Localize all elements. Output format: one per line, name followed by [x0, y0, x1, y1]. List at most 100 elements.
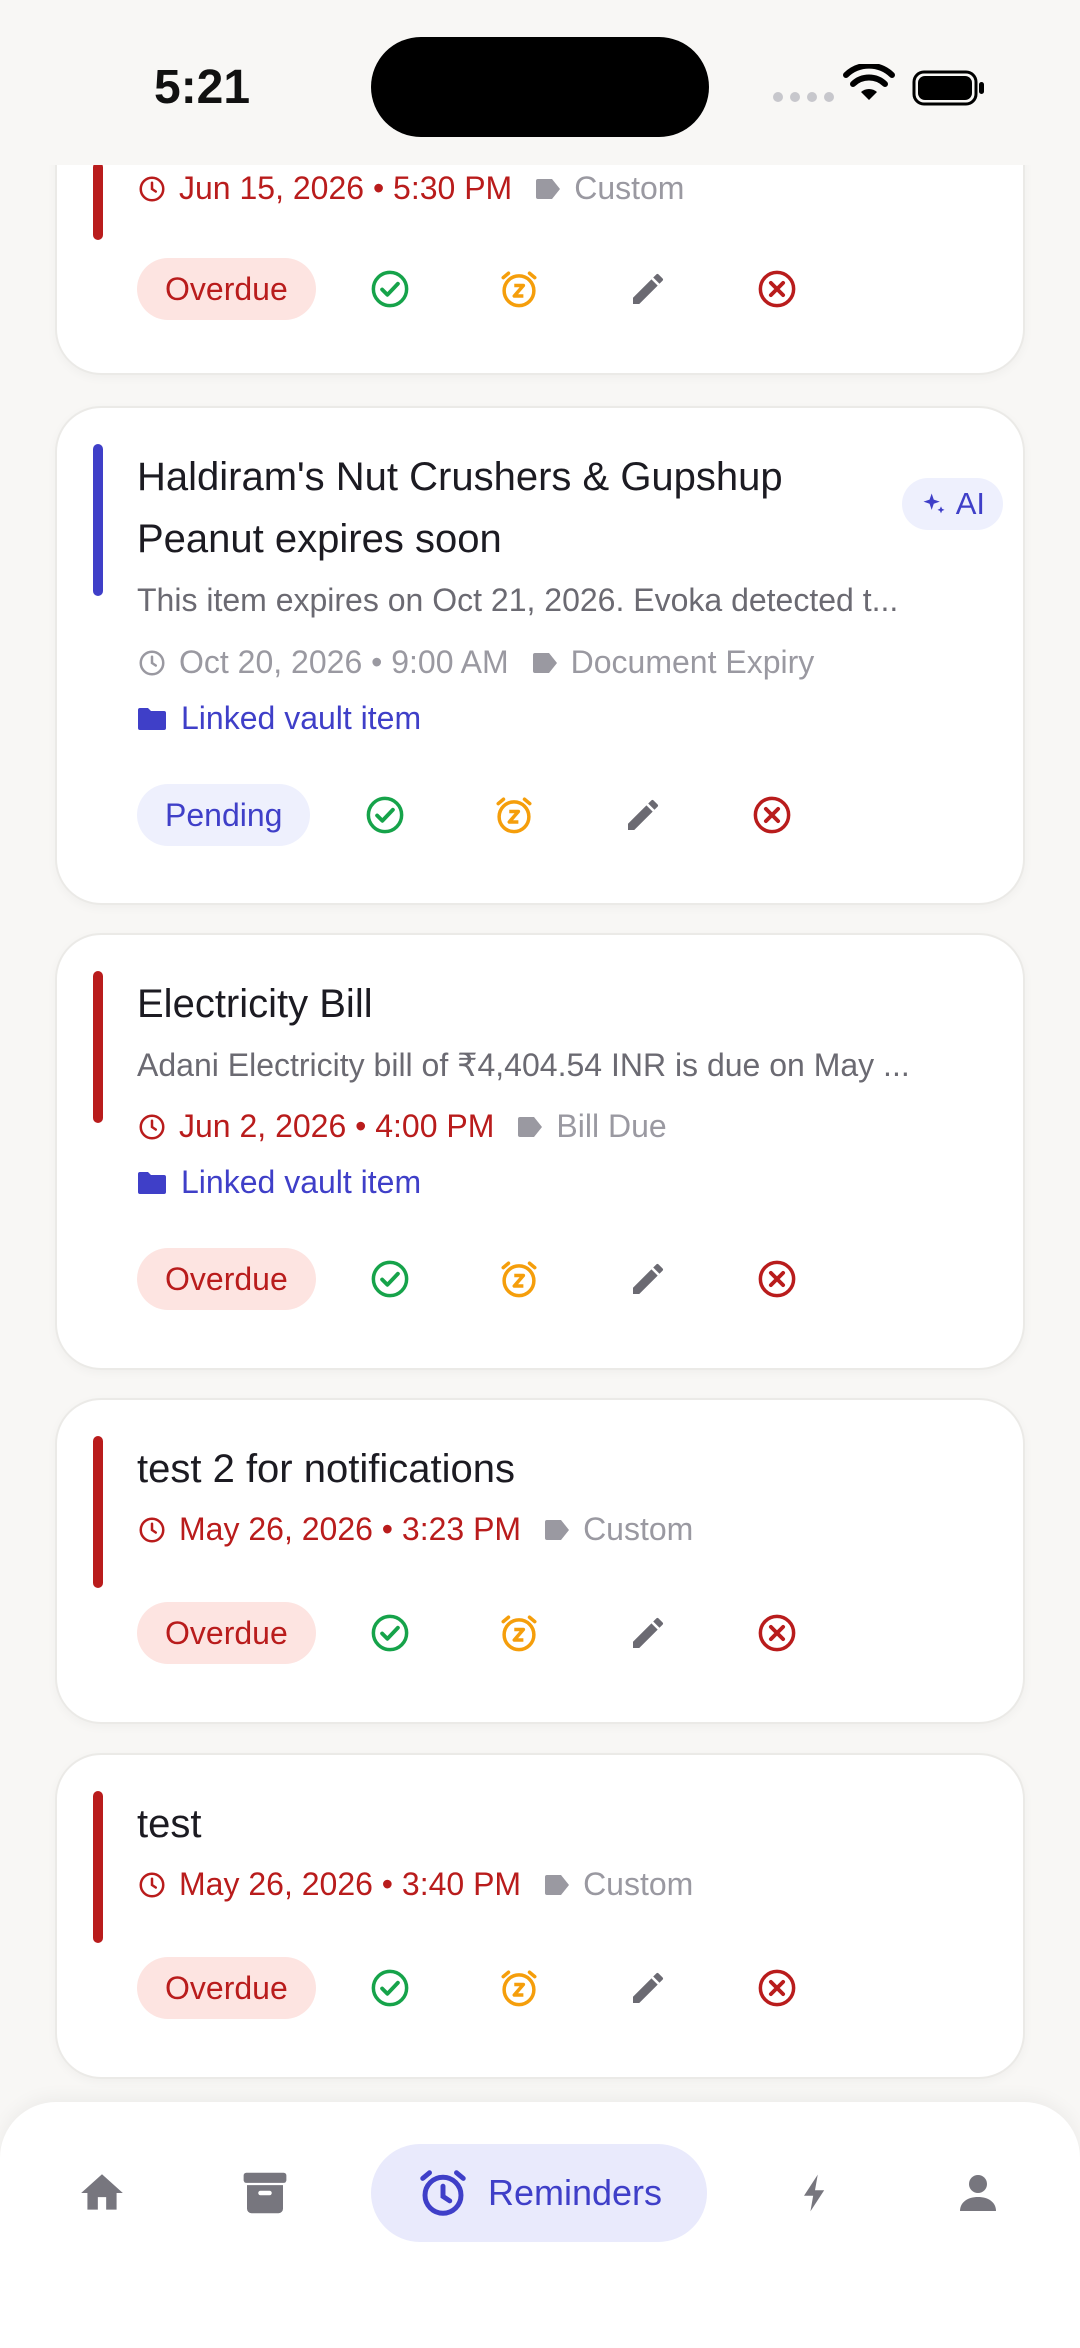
- x-circle-icon: [758, 1969, 796, 2007]
- clock-icon: [139, 1517, 165, 1542]
- edit-button[interactable]: [625, 266, 671, 312]
- reminder-datetime: May 26, 2026 • 3:40 PM: [179, 1866, 522, 1902]
- nav-profile[interactable]: [938, 2144, 1018, 2242]
- sparkle-icon: [923, 493, 945, 514]
- mark-done-button[interactable]: [367, 1256, 413, 1302]
- snooze-button[interactable]: [491, 792, 537, 838]
- reminder-meta: Oct 20, 2026 • 9:00 AM Document Expiry: [137, 644, 814, 681]
- reminder-meta: May 26, 2026 • 3:40 PM Custom: [137, 1866, 693, 1903]
- clock-icon: [139, 176, 165, 201]
- reminder-card[interactable]: test May 26, 2026 • 3:40 PM Custom Overd…: [55, 1753, 1025, 2079]
- check-circle-icon: [366, 796, 404, 834]
- x-circle-icon: [758, 270, 796, 308]
- status-bar: 5:21: [0, 0, 1080, 165]
- reminders-screen: 5:21 Jun 15, 2026 • 5:30 PM Custom Overd…: [0, 0, 1080, 2348]
- archive-box-icon: [243, 2172, 287, 2214]
- reminder-category: Custom: [583, 1866, 694, 1902]
- lightning-bolt-icon: [804, 2174, 825, 2212]
- linked-vault-item-label: Linked vault item: [181, 1164, 422, 1200]
- battery-icon: [912, 70, 984, 106]
- snooze-alarm-icon: [501, 271, 537, 308]
- mark-done-button[interactable]: [367, 1610, 413, 1656]
- priority-accent-bar: [93, 162, 103, 240]
- snooze-alarm-icon: [501, 1615, 537, 1652]
- ai-badge-label: AI: [955, 486, 985, 521]
- reminder-description: This item expires on Oct 21, 2026. Evoka…: [137, 582, 899, 618]
- dismiss-button[interactable]: [754, 1256, 800, 1302]
- priority-accent-bar: [93, 1791, 103, 1943]
- reminder-card[interactable]: Haldiram's Nut Crushers & Gupshup Peanut…: [55, 406, 1025, 905]
- x-circle-icon: [758, 1614, 796, 1652]
- folder-icon: [138, 1171, 166, 1194]
- home-icon: [81, 2174, 123, 2210]
- pencil-icon: [633, 1972, 664, 2003]
- x-circle-icon: [753, 796, 791, 834]
- check-circle-icon: [371, 1260, 409, 1298]
- alarm-clock-icon: [420, 2170, 466, 2216]
- reminder-meta: Jun 2, 2026 • 4:00 PM Bill Due: [137, 1108, 667, 1145]
- snooze-alarm-icon: [501, 1261, 537, 1298]
- status-badge: Pending: [137, 784, 311, 846]
- dismiss-button[interactable]: [754, 266, 800, 312]
- nav-reminders[interactable]: Reminders: [371, 2144, 707, 2242]
- tag-icon: [536, 178, 561, 199]
- linked-vault-item-link[interactable]: Linked vault item: [137, 700, 421, 737]
- reminder-category: Custom: [574, 170, 685, 206]
- priority-accent-bar: [93, 1436, 103, 1588]
- reminder-datetime: May 26, 2026 • 3:23 PM: [179, 1511, 522, 1547]
- edit-button[interactable]: [625, 1965, 671, 2011]
- check-circle-icon: [371, 1969, 409, 2007]
- reminder-actions: Overdue: [137, 1957, 796, 2019]
- reminder-meta: May 26, 2026 • 3:23 PM Custom: [137, 1511, 693, 1548]
- reminder-datetime: Jun 15, 2026 • 5:30 PM: [179, 170, 513, 206]
- pencil-icon: [633, 1263, 664, 1294]
- reminder-title: Electricity Bill: [137, 982, 373, 1026]
- status-badge: Overdue: [137, 1248, 316, 1310]
- check-circle-icon: [371, 1614, 409, 1652]
- reminder-category: Document Expiry: [570, 644, 815, 680]
- cellular-signal-icon: [773, 92, 834, 102]
- snooze-alarm-icon: [496, 797, 532, 834]
- nav-actions[interactable]: [775, 2144, 855, 2242]
- pencil-icon: [633, 1617, 664, 1648]
- reminder-actions: Pending: [137, 784, 791, 846]
- priority-accent-bar: [93, 444, 103, 596]
- clock-icon: [139, 1114, 165, 1139]
- reminder-actions: Overdue: [137, 1248, 796, 1310]
- reminder-datetime: Oct 20, 2026 • 9:00 AM: [179, 644, 509, 680]
- tag-icon: [518, 1116, 543, 1137]
- tag-icon: [532, 652, 557, 673]
- person-icon: [960, 2175, 996, 2211]
- mark-done-button[interactable]: [367, 1965, 413, 2011]
- mark-done-button[interactable]: [367, 266, 413, 312]
- reminder-title: test: [137, 1802, 202, 1846]
- reminder-meta: Jun 15, 2026 • 5:30 PM Custom: [137, 170, 684, 207]
- linked-vault-item-link[interactable]: Linked vault item: [137, 1164, 421, 1201]
- nav-vault[interactable]: [225, 2144, 305, 2242]
- reminder-card[interactable]: test 2 for notifications May 26, 2026 • …: [55, 1398, 1025, 1724]
- nav-reminders-label: Reminders: [487, 2172, 663, 2213]
- reminder-datetime: Jun 2, 2026 • 4:00 PM: [179, 1108, 495, 1144]
- dismiss-button[interactable]: [754, 1610, 800, 1656]
- edit-button[interactable]: [620, 792, 666, 838]
- bottom-navigation: Reminders: [0, 2102, 1080, 2348]
- snooze-button[interactable]: [496, 1610, 542, 1656]
- snooze-button[interactable]: [496, 1965, 542, 2011]
- reminder-title: test 2 for notifications: [137, 1447, 515, 1491]
- reminder-card[interactable]: Electricity Bill Adani Electricity bill …: [55, 933, 1025, 1370]
- edit-button[interactable]: [625, 1610, 671, 1656]
- mark-done-button[interactable]: [362, 792, 408, 838]
- pencil-icon: [628, 799, 659, 830]
- nav-home[interactable]: [62, 2144, 142, 2242]
- reminder-category: Custom: [583, 1511, 694, 1547]
- reminder-title: Haldiram's Nut Crushers & Gupshup Peanut…: [137, 455, 783, 561]
- linked-vault-item-label: Linked vault item: [181, 700, 422, 736]
- snooze-button[interactable]: [496, 266, 542, 312]
- snooze-button[interactable]: [496, 1256, 542, 1302]
- check-circle-icon: [371, 270, 409, 308]
- reminder-category: Bill Due: [556, 1108, 667, 1144]
- edit-button[interactable]: [625, 1256, 671, 1302]
- dismiss-button[interactable]: [754, 1965, 800, 2011]
- dismiss-button[interactable]: [749, 792, 795, 838]
- x-circle-icon: [758, 1260, 796, 1298]
